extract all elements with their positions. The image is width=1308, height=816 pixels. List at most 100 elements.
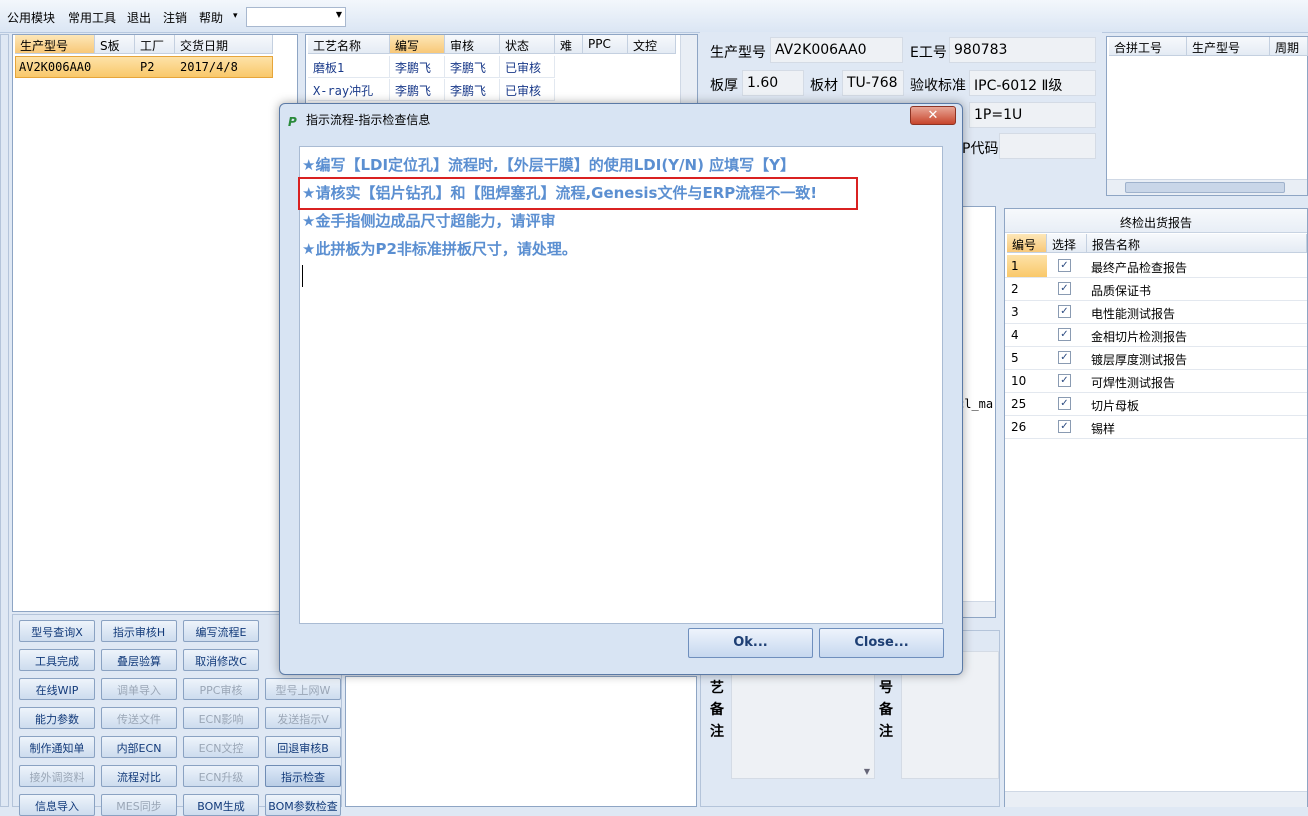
- model-field[interactable]: AV2K006AA0: [770, 37, 903, 63]
- message-area[interactable]: ★编写【LDI定位孔】流程时,【外层干膜】的使用LDI(Y/N) 应填写【Y】 …: [299, 146, 943, 624]
- p-code-field[interactable]: [999, 133, 1096, 159]
- instruction-check-button[interactable]: 指示检查: [265, 765, 341, 787]
- cell-process-name[interactable]: 磨板1: [308, 56, 390, 78]
- cell-factory: P2: [140, 60, 155, 74]
- col-header-number[interactable]: 编号: [1007, 234, 1047, 253]
- report-checkbox[interactable]: ✓: [1058, 420, 1071, 433]
- close-button[interactable]: Close...: [819, 628, 944, 658]
- send-file-button[interactable]: 传送文件: [101, 707, 177, 729]
- col-header-combine-no[interactable]: 合拼工号: [1109, 37, 1187, 56]
- process-compare-button[interactable]: 流程对比: [101, 765, 177, 787]
- col-header-combine-model[interactable]: 生产型号: [1187, 37, 1270, 56]
- col-header-select[interactable]: 选择: [1047, 234, 1087, 253]
- report-no: 1: [1011, 259, 1019, 273]
- capability-params-button[interactable]: 能力参数: [19, 707, 95, 729]
- col-header-doc-control[interactable]: 文控: [628, 35, 676, 54]
- table-row[interactable]: 4 ✓ 金相切片检测报告: [1005, 324, 1307, 347]
- ecn-impact-button[interactable]: ECN影响: [183, 707, 259, 729]
- cell-writer[interactable]: 李鹏飞: [390, 56, 445, 78]
- menu-exit[interactable]: 退出: [127, 9, 151, 26]
- cell-auditor[interactable]: 李鹏飞: [445, 79, 500, 101]
- query-model-button[interactable]: 型号查询X: [19, 620, 95, 642]
- process-remark-label: 艺备注: [710, 680, 724, 740]
- model-online-button[interactable]: 型号上网W: [265, 678, 341, 700]
- report-name: 最终产品检查报告: [1091, 261, 1188, 275]
- chevron-down-icon[interactable]: ▼: [864, 767, 870, 776]
- cell-status[interactable]: 已审核: [500, 56, 555, 78]
- e-number-field[interactable]: 980783: [949, 37, 1096, 63]
- cell-process-name[interactable]: X-ray冲孔: [308, 79, 390, 101]
- external-data-button[interactable]: 接外调资料: [19, 765, 95, 787]
- menu-common-tools[interactable]: 常用工具: [68, 9, 116, 26]
- instruction-audit-button[interactable]: 指示审核H: [101, 620, 177, 642]
- cell-writer[interactable]: 李鹏飞: [390, 79, 445, 101]
- report-hscroll[interactable]: [1005, 791, 1307, 807]
- bom-param-check-button[interactable]: BOM参数检查: [265, 794, 341, 816]
- chevron-down-icon[interactable]: ▼: [336, 10, 342, 19]
- report-checkbox[interactable]: ✓: [1058, 282, 1071, 295]
- report-checkbox[interactable]: ✓: [1058, 351, 1071, 364]
- rollback-audit-button[interactable]: 回退审核B: [265, 736, 341, 758]
- table-row[interactable]: AV2K006AA0 P2 2017/4/8: [15, 56, 273, 78]
- combine-grid-hscroll[interactable]: [1107, 179, 1307, 195]
- dialog-titlebar[interactable]: P 指示流程-指示检查信息: [288, 108, 430, 132]
- toolbar-combo[interactable]: ▼: [246, 7, 346, 27]
- table-row[interactable]: 1 ✓ 最终产品检查报告: [1005, 255, 1307, 278]
- report-checkbox[interactable]: ✓: [1058, 374, 1071, 387]
- process-grid-scrollbar[interactable]: [680, 35, 697, 113]
- col-header-status[interactable]: 状态: [500, 35, 555, 54]
- report-checkbox[interactable]: ✓: [1058, 328, 1071, 341]
- internal-ecn-button[interactable]: 内部ECN: [101, 736, 177, 758]
- col-header-model[interactable]: 生产型号: [15, 35, 95, 54]
- col-header-writer[interactable]: 编写: [390, 35, 445, 54]
- col-header-report-name[interactable]: 报告名称: [1087, 234, 1307, 253]
- app-logo-icon: P: [288, 115, 297, 129]
- report-checkbox[interactable]: ✓: [1058, 397, 1071, 410]
- order-import-button[interactable]: 调单导入: [101, 678, 177, 700]
- cell-status[interactable]: 已审核: [500, 79, 555, 101]
- report-no: 25: [1011, 397, 1027, 411]
- menu-logout[interactable]: 注销: [163, 9, 187, 26]
- menu-common-module[interactable]: 公用模块: [7, 9, 55, 26]
- report-checkbox[interactable]: ✓: [1058, 259, 1071, 272]
- help-dropdown-icon[interactable]: ▾: [233, 11, 238, 21]
- ecn-doc-control-button[interactable]: ECN文控: [183, 736, 259, 758]
- send-instruction-button[interactable]: 发送指示V: [265, 707, 341, 729]
- col-header-process-name[interactable]: 工艺名称: [308, 35, 390, 54]
- material-field[interactable]: TU-768: [842, 70, 904, 96]
- bom-generate-button[interactable]: BOM生成: [183, 794, 259, 816]
- write-process-button[interactable]: 编写流程E: [183, 620, 259, 642]
- thickness-field[interactable]: 1.60: [742, 70, 804, 96]
- col-header-period[interactable]: 周期: [1270, 37, 1308, 56]
- standard-field[interactable]: IPC-6012 Ⅱ级: [969, 70, 1096, 96]
- col-header-difficulty[interactable]: 难: [555, 35, 583, 54]
- col-header-delivery-date[interactable]: 交货日期: [175, 35, 273, 54]
- table-row[interactable]: 3 ✓ 电性能测试报告: [1005, 301, 1307, 324]
- col-header-ppc[interactable]: PPC: [583, 35, 628, 54]
- col-header-s-board[interactable]: S板: [95, 35, 135, 54]
- cancel-edit-button[interactable]: 取消修改C: [183, 649, 259, 671]
- ecn-upgrade-button[interactable]: ECN升级: [183, 765, 259, 787]
- production-notice-button[interactable]: 制作通知单: [19, 736, 95, 758]
- ok-button[interactable]: Ok...: [688, 628, 813, 658]
- report-checkbox[interactable]: ✓: [1058, 305, 1071, 318]
- online-wip-button[interactable]: 在线WIP: [19, 678, 95, 700]
- table-row[interactable]: 5 ✓ 镀层厚度测试报告: [1005, 347, 1307, 370]
- tool-complete-button[interactable]: 工具完成: [19, 649, 95, 671]
- table-row[interactable]: 2 ✓ 品质保证书: [1005, 278, 1307, 301]
- e-number-label: E工号: [910, 45, 947, 61]
- info-import-button[interactable]: 信息导入: [19, 794, 95, 816]
- ppc-audit-button[interactable]: PPC审核: [183, 678, 259, 700]
- col-header-factory[interactable]: 工厂: [135, 35, 175, 54]
- mes-sync-button[interactable]: MES同步: [101, 794, 177, 816]
- scroll-thumb[interactable]: [1125, 182, 1285, 193]
- unit-field[interactable]: 1P=1U: [969, 102, 1096, 128]
- col-header-auditor[interactable]: 审核: [445, 35, 500, 54]
- menu-help[interactable]: 帮助: [199, 9, 223, 26]
- table-row[interactable]: 26 ✓ 锡样: [1005, 416, 1307, 439]
- close-icon[interactable]: ✕: [910, 106, 956, 125]
- stackup-check-button[interactable]: 叠层验算: [101, 649, 177, 671]
- table-row[interactable]: 25 ✓ 切片母板: [1005, 393, 1307, 416]
- cell-auditor[interactable]: 李鹏飞: [445, 56, 500, 78]
- table-row[interactable]: 10 ✓ 可焊性测试报告: [1005, 370, 1307, 393]
